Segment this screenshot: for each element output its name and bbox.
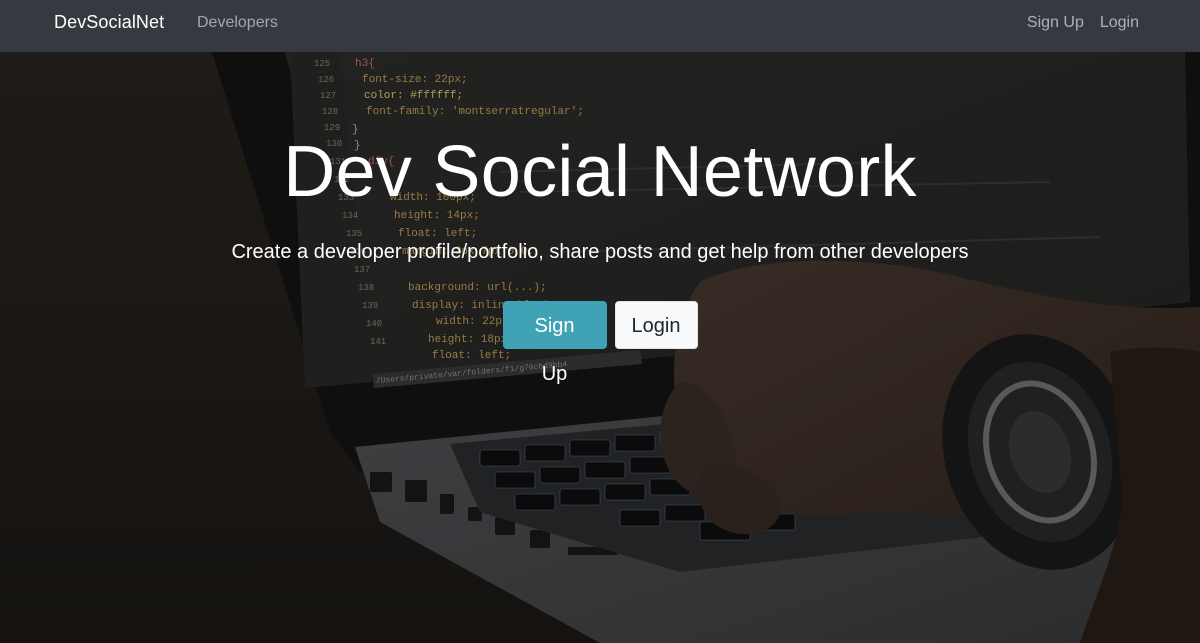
hero-button-group: Sign Up Login (0, 301, 1200, 385)
nav-right-group: Sign Up Login (1027, 14, 1139, 32)
signup-button[interactable]: Sign Up (502, 301, 607, 385)
hero-title: Dev Social Network (283, 132, 917, 212)
login-button[interactable]: Login (614, 301, 698, 349)
page: DevSocialNet Developers Sign Up Login 12… (0, 0, 1200, 643)
top-navbar: DevSocialNet Developers Sign Up Login (0, 0, 1200, 52)
brand-logo-link[interactable]: DevSocialNet (54, 12, 164, 33)
nav-signup-link[interactable]: Sign Up (1027, 14, 1084, 32)
nav-login-link[interactable]: Login (1100, 14, 1139, 32)
hero-lead-text: Create a developer profile/portfolio, sh… (231, 241, 969, 263)
nav-developers-link[interactable]: Developers (197, 14, 278, 32)
landing-hero: 125 126 127 128 129 130 131 132 133 134 … (0, 52, 1200, 643)
